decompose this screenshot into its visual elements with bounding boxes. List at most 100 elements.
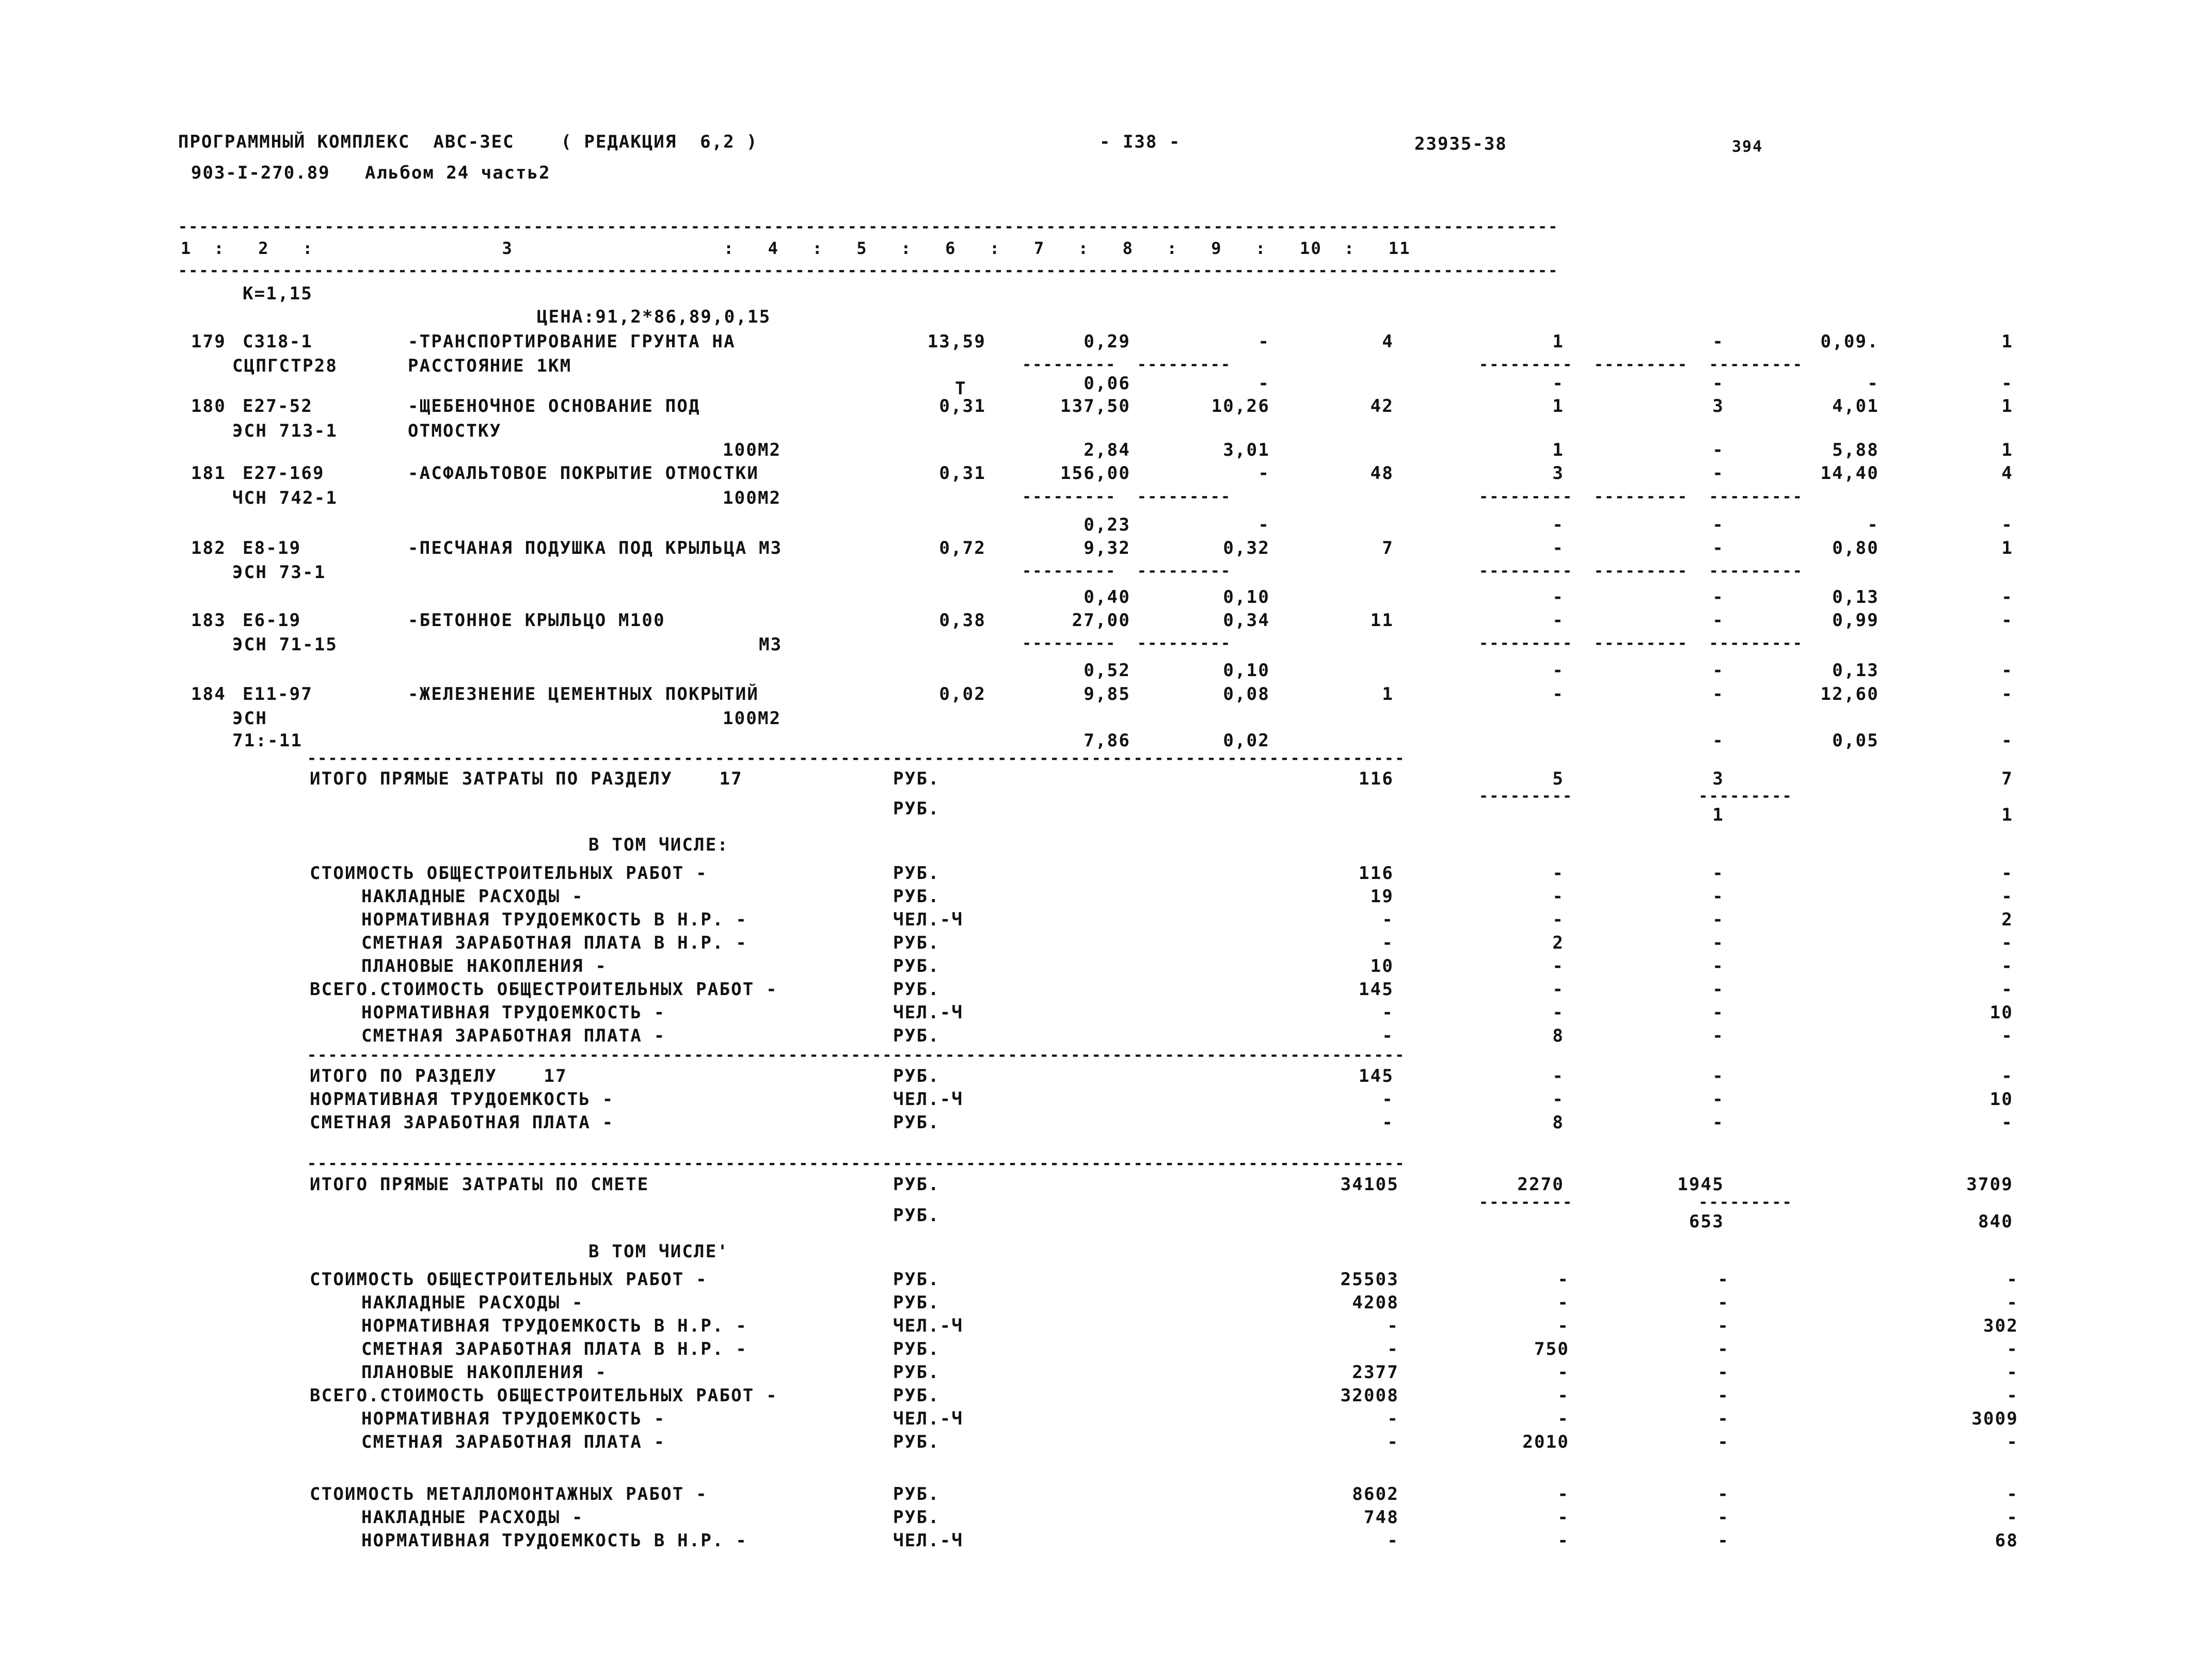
row-col6: - — [1258, 463, 1270, 484]
summary-line-c8: 8 — [1552, 1026, 1564, 1046]
row-col9-top: - — [1712, 440, 1724, 460]
section-rule: ----------------------------------------… — [307, 749, 1406, 767]
row-col8: - — [1552, 538, 1564, 558]
row-col6-top: - — [1258, 515, 1270, 535]
row-col9-top: - — [1712, 373, 1724, 394]
row-unit: М3 — [759, 538, 783, 558]
summary-line-label: НОРМАТИВНАЯ ТРУДОЕМКОСТЬ В Н.Р. - — [361, 1316, 748, 1336]
row-col8-top: - — [1552, 373, 1564, 394]
row-col4: 0,31 — [939, 463, 986, 484]
row-col8: - — [1552, 610, 1564, 631]
coefficient-note: К=1,15 — [243, 283, 313, 304]
row-col10: 0,09. — [1820, 331, 1879, 352]
estimate-rule: ----------------------------------------… — [307, 1155, 1406, 1173]
summary-line-unit: РУБ. — [893, 933, 940, 953]
total-direct-col8: 5 — [1552, 769, 1564, 789]
row-number: 180 — [191, 396, 227, 417]
summary-line-label: ВСЕГО.СТОИМОСТЬ ОБЩЕСТРОИТЕЛЬНЫХ РАБОТ - — [310, 979, 778, 1000]
summary-line-c11: - — [2006, 1339, 2018, 1359]
row-code: Е11-97 — [243, 684, 313, 705]
table-top-rule: ----------------------------------------… — [178, 218, 1559, 236]
summary-line-c7: 748 — [1363, 1507, 1399, 1528]
summary-line-unit: РУБ. — [893, 1385, 940, 1406]
summary-line-c7: - — [1387, 1432, 1399, 1452]
summary-line-c7: 32008 — [1340, 1385, 1399, 1406]
summary-line-c8: - — [1557, 1409, 1569, 1429]
row-unit: 100М2 — [723, 708, 782, 729]
summary-line-c8: - — [1557, 1316, 1569, 1336]
row-col5: 0,29 — [1084, 331, 1130, 352]
summary-line-c8: - — [1552, 956, 1564, 977]
summary-line-label: СМЕТНАЯ ЗАРАБОТНАЯ ПЛАТА В Н.Р. - — [361, 1339, 748, 1359]
summary-line-unit: РУБ. — [893, 863, 940, 884]
summary-line-c7: - — [1382, 1112, 1394, 1133]
summary-line-c9: - — [1712, 933, 1724, 953]
estimate-sub-col11: 840 — [1978, 1211, 2013, 1232]
summary-line-c8: 8 — [1552, 1112, 1564, 1133]
row-col11-top: - — [2001, 373, 2013, 394]
summary-line-label: СМЕТНАЯ ЗАРАБОТНАЯ ПЛАТА В Н.Р. - — [361, 933, 748, 953]
summary-line-c9: - — [1717, 1385, 1729, 1406]
summary-line-c11: - — [2006, 1269, 2018, 1290]
row-col5-top: 0,06 — [1084, 373, 1130, 394]
row-separator: --------- --------- --------- — [1479, 634, 1804, 652]
summary-line-c8: - — [1557, 1292, 1569, 1313]
summary-line-c7: 25503 — [1340, 1269, 1399, 1290]
row-col10: 4,01 — [1832, 396, 1879, 417]
row-code2: ЭСН 71-15 — [232, 634, 338, 655]
row-separator: --------- --------- --------- — [1479, 562, 1804, 580]
summary-line-c7: - — [1382, 1002, 1394, 1023]
summary-line-c9: - — [1717, 1530, 1729, 1551]
row-col8-top: 1 — [1552, 440, 1564, 460]
summary-line-c9: - — [1712, 956, 1724, 977]
estimate-total-label: ИТОГО ПРЯМЫЕ ЗАТРАТЫ ПО СМЕТЕ — [310, 1174, 649, 1195]
row184-extra-col5: 7,86 — [1084, 730, 1130, 751]
summary-line-label: НОРМАТИВНАЯ ТРУДОЕМКОСТЬ - — [310, 1089, 614, 1110]
row184-extra-col11: - — [2001, 730, 2013, 751]
row-col4: 0,02 — [939, 684, 986, 705]
summary-line-c11: 10 — [1989, 1089, 2013, 1110]
row-col11-top: - — [2001, 515, 2013, 535]
summary-line-c7: 145 — [1358, 979, 1394, 1000]
row-unit-upper: 100М2 — [723, 440, 782, 460]
row-col11-top: 1 — [2001, 440, 2013, 460]
summary-line-c9: - — [1717, 1316, 1729, 1336]
summary-line-label: СТОИМОСТЬ МЕТАЛЛОМОНТАЖНЫХ РАБОТ - — [310, 1484, 708, 1505]
summary-line-c9: - — [1712, 1112, 1724, 1133]
row-col8-top: - — [1552, 587, 1564, 607]
estimate-total-col9: 1945 — [1677, 1174, 1724, 1195]
table-header-rule: ----------------------------------------… — [178, 262, 1559, 280]
summary-line-c8: - — [1557, 1530, 1569, 1551]
row-col11: 1 — [2001, 331, 2013, 352]
summary-line-c9: - — [1712, 1089, 1724, 1110]
summary-line-c11: - — [2006, 1484, 2018, 1505]
summary-line-label: НОРМАТИВНАЯ ТРУДОЕМКОСТЬ В Н.Р. - — [361, 909, 748, 930]
summary-line-c11: 68 — [1995, 1530, 2018, 1551]
row-col4: 13,59 — [927, 331, 986, 352]
row-number: 181 — [191, 463, 227, 484]
summary-line-c9: - — [1712, 979, 1724, 1000]
summary-line-c7: 116 — [1358, 863, 1394, 884]
summary-line-c7: - — [1382, 1026, 1394, 1046]
summary-line-c11: - — [2006, 1507, 2018, 1528]
summary-line-c7: 19 — [1370, 886, 1394, 907]
row-col7: 11 — [1370, 610, 1394, 631]
row-number: 179 — [191, 331, 227, 352]
summary-line-c11: - — [2006, 1432, 2018, 1452]
row-code2: ЭСН 73-1 — [232, 562, 326, 583]
summary-line-c9: - — [1717, 1507, 1729, 1528]
summary-line-c9: - — [1717, 1339, 1729, 1359]
row-col9: - — [1712, 610, 1724, 631]
row-code: Е27-169 — [243, 463, 325, 484]
summary-line-c11: 302 — [1983, 1316, 2018, 1336]
summary-line-c8: 750 — [1534, 1339, 1569, 1359]
row-separator: --------- --------- — [1022, 356, 1232, 374]
summary-line-c8: 2 — [1552, 933, 1564, 953]
summary-line-c9: - — [1717, 1269, 1729, 1290]
summary-line-label: НОРМАТИВНАЯ ТРУДОЕМКОСТЬ - — [361, 1002, 666, 1023]
summary-line-label: СТОИМОСТЬ ОБЩЕСТРОИТЕЛЬНЫХ РАБОТ - — [310, 863, 708, 884]
row-col6-top: 0,10 — [1223, 587, 1270, 607]
row-col9-top: - — [1712, 587, 1724, 607]
summary-line-c8: - — [1552, 1089, 1564, 1110]
row-col5-top: 0,40 — [1084, 587, 1130, 607]
